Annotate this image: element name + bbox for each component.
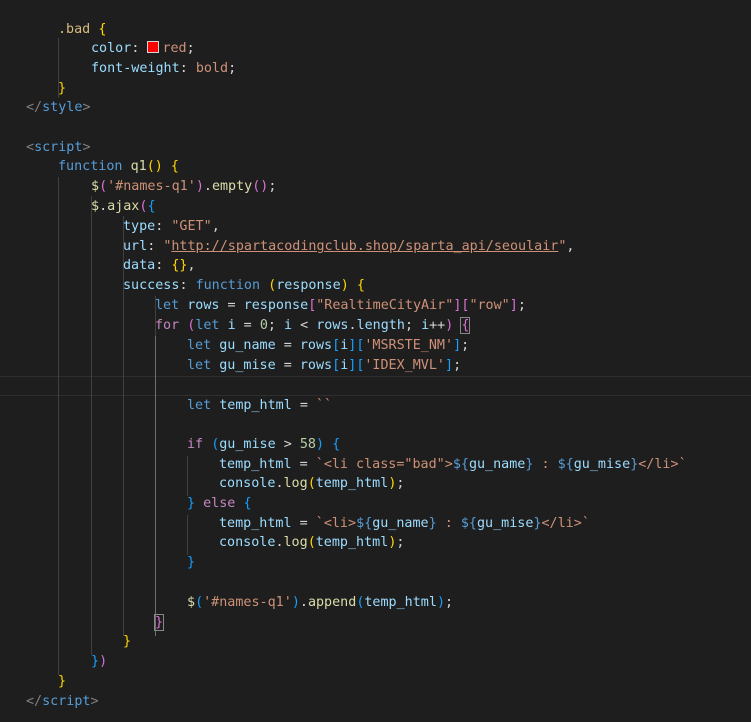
code-line: } bbox=[58, 81, 67, 96]
code-line: success: function (response) { bbox=[123, 278, 365, 293]
code-line: for (let i = 0; i < rows.length; i++) { bbox=[155, 317, 471, 334]
code-editor[interactable]: .bad { color: red; font-weight: bold; } … bbox=[0, 0, 751, 722]
active-indent-guide bbox=[155, 336, 156, 636]
code-line: </style> bbox=[26, 100, 91, 115]
code-line: <script> bbox=[26, 140, 91, 155]
code-line: console.log(temp_html); bbox=[219, 535, 405, 550]
code-line: let gu_name = rows[i]['MSRSTE_NM']; bbox=[187, 338, 470, 353]
code-line: } bbox=[187, 555, 196, 570]
code-line: } else { bbox=[187, 496, 252, 511]
code-line: $.ajax({ bbox=[91, 199, 156, 214]
code-line: color: red; bbox=[91, 41, 195, 56]
indent-guide bbox=[187, 515, 188, 555]
code-line: $('#names-q1').append(temp_html); bbox=[187, 595, 454, 610]
indent-guide bbox=[187, 456, 188, 496]
code-line: let temp_html = `` bbox=[187, 398, 333, 413]
code-line: type: "GET", bbox=[123, 219, 220, 234]
code-line: console.log(temp_html); bbox=[219, 476, 405, 491]
code-line: } bbox=[123, 634, 132, 649]
current-line-highlight bbox=[0, 376, 751, 396]
code-line: temp_html = `<li>${gu_name} : ${gu_mise}… bbox=[219, 516, 590, 531]
color-swatch[interactable] bbox=[147, 41, 160, 53]
url-link[interactable]: http://spartacodingclub.shop/sparta_api/… bbox=[171, 239, 558, 254]
code-line: let rows = response["RealtimeCityAir"]["… bbox=[155, 298, 526, 313]
code-line: } bbox=[58, 674, 67, 689]
code-line: if (gu_mise > 58) { bbox=[187, 437, 341, 452]
code-line: url: "http://spartacodingclub.shop/spart… bbox=[123, 239, 575, 254]
code-line: font-weight: bold; bbox=[91, 61, 237, 76]
code-line: let gu_mise = rows[i]['IDEX_MVL']; bbox=[187, 358, 462, 373]
indent-guide bbox=[58, 177, 59, 675]
code-line: }) bbox=[91, 654, 108, 669]
indent-guide bbox=[91, 196, 92, 655]
code-line: data: {}, bbox=[123, 258, 196, 273]
code-line: function q1() { bbox=[58, 159, 179, 174]
code-line: temp_html = `<li class="bad">${gu_name} … bbox=[219, 457, 687, 472]
code-line: } bbox=[153, 614, 165, 631]
code-line: .bad { bbox=[58, 22, 107, 37]
code-line: $('#names-q1').empty(); bbox=[91, 179, 277, 194]
code-line: </script> bbox=[26, 694, 99, 709]
